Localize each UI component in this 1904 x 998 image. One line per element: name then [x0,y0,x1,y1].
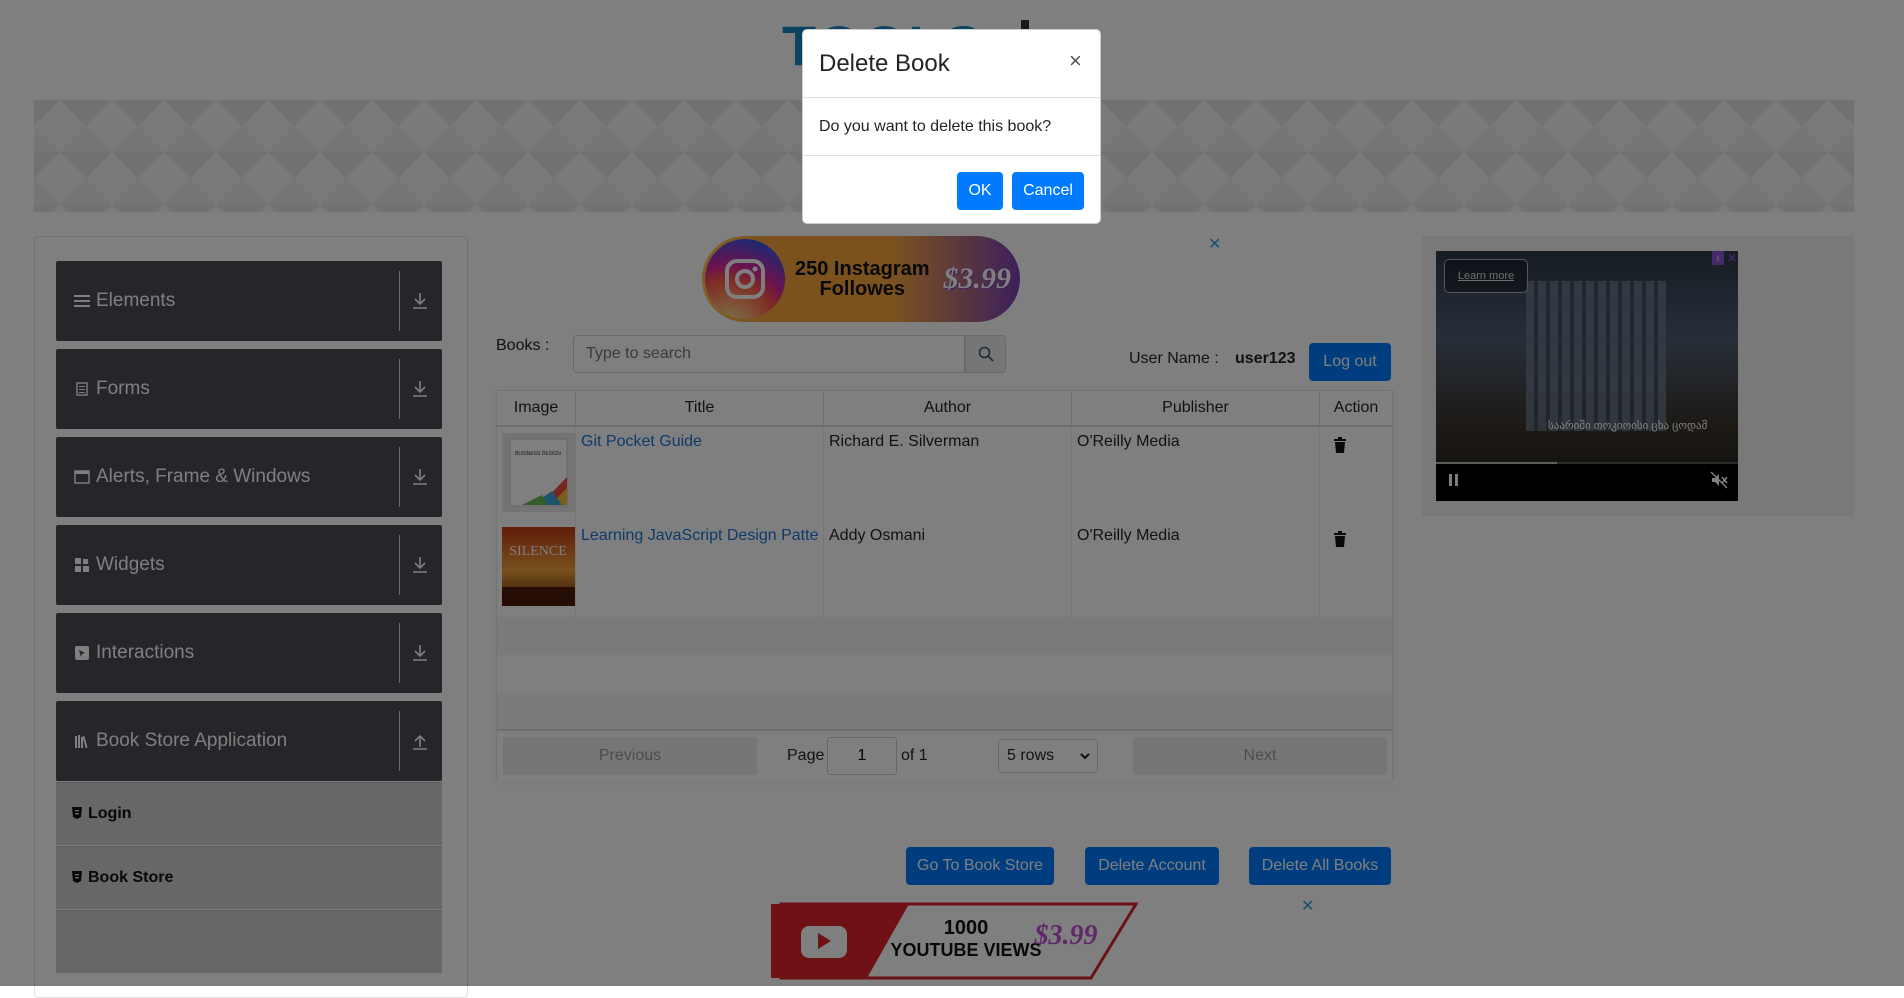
modal-title: Delete Book [819,50,950,77]
delete-book-modal: Delete Book × Do you want to delete this… [802,29,1101,224]
modal-footer: OK Cancel [803,155,1100,226]
modal-header: Delete Book × [803,30,1100,98]
ok-button[interactable]: OK [957,172,1003,210]
modal-message: Do you want to delete this book? [819,118,1052,135]
close-icon[interactable]: × [1069,48,1082,74]
cancel-button[interactable]: Cancel [1012,172,1084,210]
book-store-profile-page: TOOLS Elements Forms [0,0,1904,998]
